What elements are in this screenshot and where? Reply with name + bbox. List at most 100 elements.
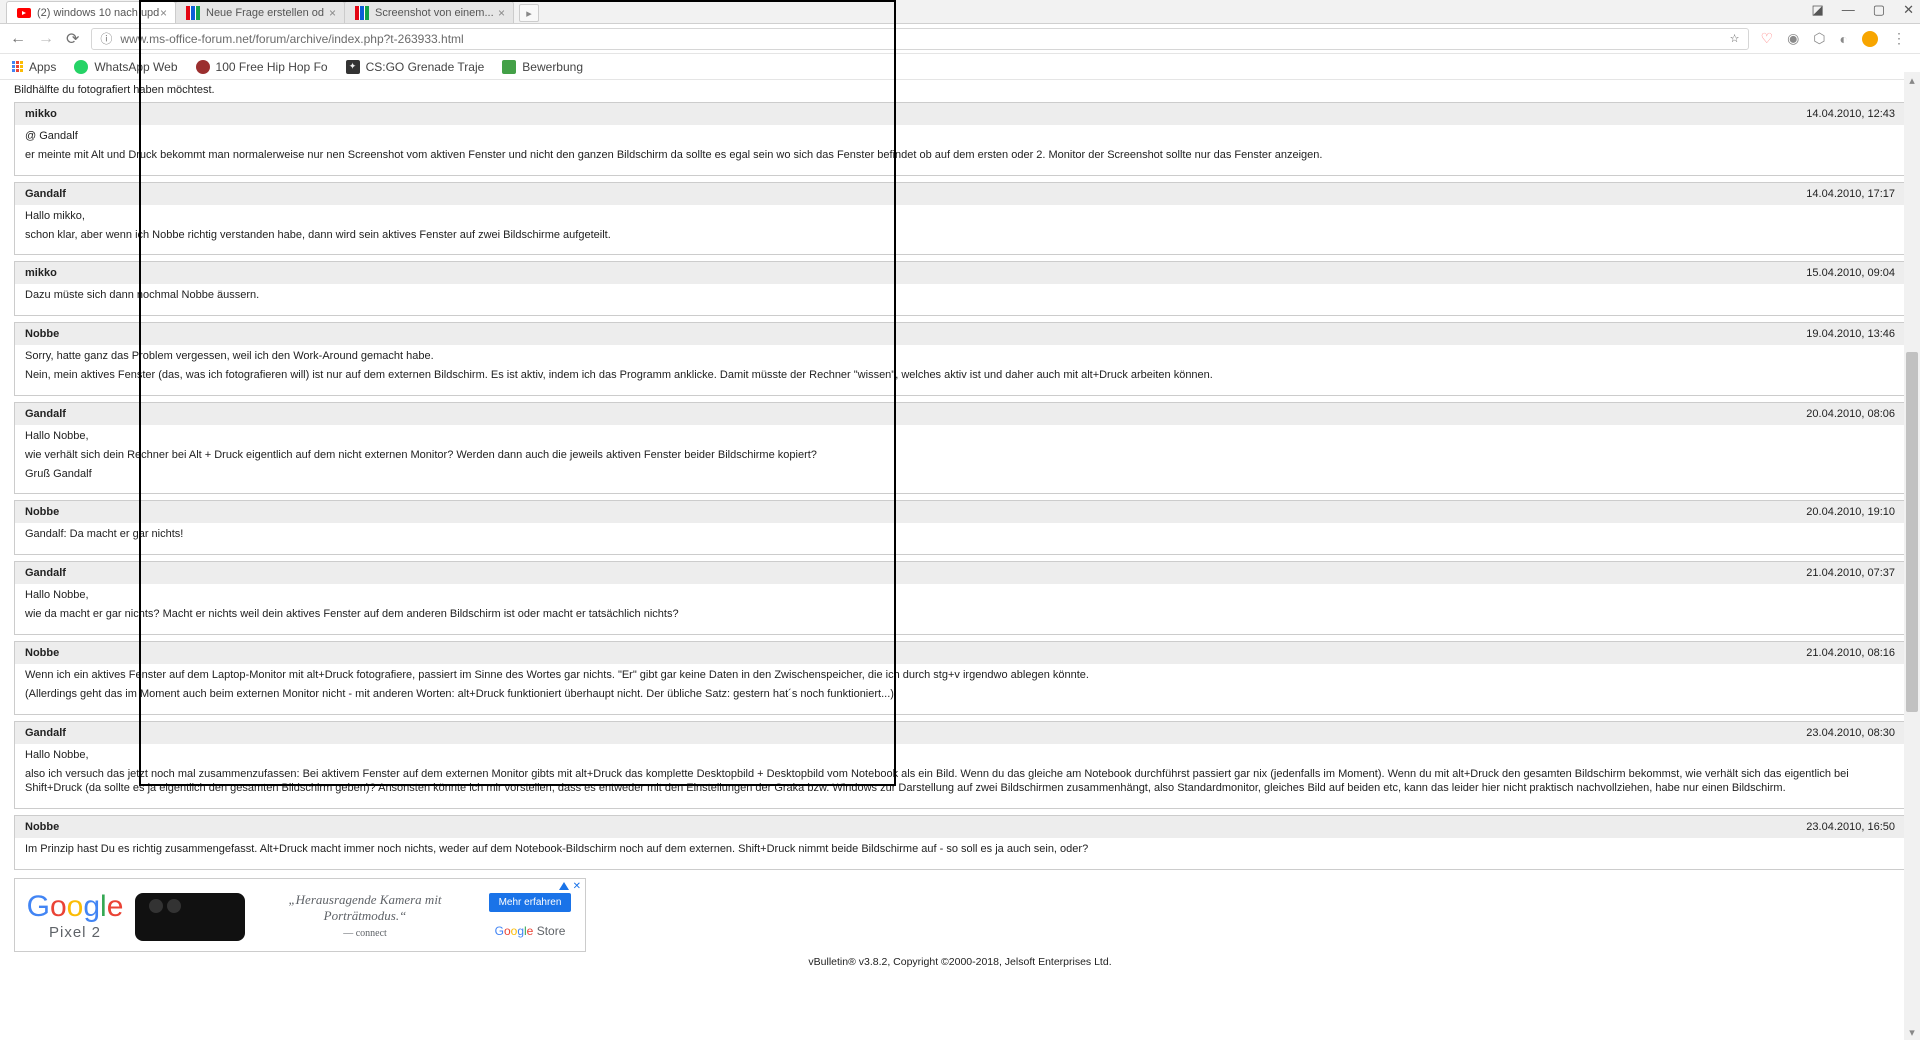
post-body: Sorry, hatte ganz das Problem vergessen,… bbox=[15, 345, 1905, 395]
post-header: Gandalf21.04.2010, 07:37 bbox=[15, 562, 1905, 584]
post-body: @ Gandalfer meinte mit Alt und Druck bek… bbox=[15, 125, 1905, 175]
post-body: Hallo Nobbe,wie da macht er gar nichts? … bbox=[15, 584, 1905, 634]
ad-close-icon[interactable]: ✕ bbox=[573, 881, 581, 892]
extension-icon[interactable]: ◪ bbox=[1812, 2, 1824, 18]
bookmark-csgo[interactable]: ✦CS:GO Grenade Traje bbox=[346, 60, 485, 74]
back-button[interactable]: ← bbox=[10, 30, 26, 48]
extension-circle-icon[interactable]: ◉ bbox=[1787, 30, 1799, 47]
apps-icon bbox=[12, 61, 23, 72]
post-body: Dazu müste sich dann nochmal Nobbe äusse… bbox=[15, 284, 1905, 315]
post-timestamp: 14.04.2010, 12:43 bbox=[1806, 108, 1895, 120]
ad-store: Google Store bbox=[475, 924, 585, 938]
whatsapp-icon bbox=[74, 60, 88, 74]
bookmark-star-icon[interactable]: ☆ bbox=[1730, 32, 1740, 45]
post-line: (Allerdings geht das im Moment auch beim… bbox=[25, 687, 1895, 702]
site-info-icon[interactable]: ⓘ bbox=[100, 30, 112, 47]
ad-quote: „Herausragende Kamera mit Porträtmodus.“ bbox=[255, 892, 475, 924]
scroll-up-icon[interactable]: ▴ bbox=[1904, 72, 1920, 88]
post-author: Nobbe bbox=[25, 821, 59, 833]
bookmark-hiphop[interactable]: 100 Free Hip Hop Fo bbox=[196, 60, 328, 74]
post-line: Nein, mein aktives Fenster (das, was ich… bbox=[25, 368, 1895, 383]
post-author: Nobbe bbox=[25, 506, 59, 518]
bookmark-label: Bewerbung bbox=[522, 60, 583, 74]
forum-post: Gandalf20.04.2010, 08:06 Hallo Nobbe, wie … bbox=[14, 402, 1906, 495]
post-timestamp: 20.04.2010, 19:10 bbox=[1806, 506, 1895, 518]
bookmark-whatsapp[interactable]: WhatsApp Web bbox=[74, 60, 177, 74]
post-header: mikko 15.04.2010, 09:04 bbox=[15, 262, 1905, 284]
scrollbar[interactable]: ▴ ▾ bbox=[1904, 72, 1920, 1040]
post-body: Hallo Nobbe,also ich versuch das jetzt n… bbox=[15, 744, 1905, 809]
post-line: Im Prinzip hast Du es richtig zusammenge… bbox=[25, 842, 1895, 857]
tab-title: Neue Frage erstellen od bbox=[206, 7, 324, 19]
post-header: Nobbe 23.04.2010, 16:50 bbox=[15, 816, 1905, 838]
browser-tab-1[interactable]: Neue Frage erstellen od × bbox=[175, 1, 345, 23]
heart-icon[interactable]: ♡ bbox=[1761, 30, 1774, 47]
minimize-button[interactable]: — bbox=[1842, 2, 1855, 18]
post-timestamp: 23.04.2010, 16:50 bbox=[1806, 821, 1895, 833]
ad-brand: Google Pixel 2 bbox=[15, 890, 135, 941]
apps-button[interactable]: Apps bbox=[12, 60, 56, 74]
bookmark-bewerbung[interactable]: Bewerbung bbox=[502, 60, 583, 74]
menu-icon[interactable]: ⋮ bbox=[1892, 30, 1906, 47]
post-header: Gandalf14.04.2010, 17:17 bbox=[15, 183, 1905, 205]
post-timestamp: 19.04.2010, 13:46 bbox=[1806, 328, 1895, 340]
post-author: Nobbe bbox=[25, 647, 59, 659]
post-line: Wenn ich ein aktives Fenster auf dem Lap… bbox=[25, 668, 1895, 683]
post-header: Gandalf23.04.2010, 08:30 bbox=[15, 722, 1905, 744]
scroll-thumb[interactable] bbox=[1906, 352, 1918, 712]
post-body: Im Prinzip hast Du es richtig zusammenge… bbox=[15, 838, 1905, 869]
extension-shield-icon[interactable]: ⬡ bbox=[1813, 30, 1825, 47]
post-body: Hallo mikko,schon klar, aber wenn ich No… bbox=[15, 205, 1905, 255]
page-footer: vBulletin® v3.8.2, Copyright ©2000-2018,… bbox=[14, 956, 1906, 968]
close-icon[interactable]: × bbox=[498, 6, 505, 20]
post-author: Nobbe bbox=[25, 328, 59, 340]
post-timestamp: 14.04.2010, 17:17 bbox=[1806, 188, 1895, 200]
post-header: Gandalf20.04.2010, 08:06 bbox=[15, 403, 1905, 425]
url-text: www.ms-office-forum.net/forum/archive/in… bbox=[120, 32, 463, 46]
post-line: Hallo Nobbe, bbox=[25, 429, 1895, 444]
address-row: ← → ⟳ ⓘ www.ms-office-forum.net/forum/ar… bbox=[0, 24, 1920, 54]
adchoices-icon[interactable] bbox=[559, 882, 569, 890]
post-timestamp: 23.04.2010, 08:30 bbox=[1806, 727, 1895, 739]
tab-title: Screenshot von einem... bbox=[375, 7, 494, 19]
post-author: Gandalf bbox=[25, 408, 66, 420]
advertisement[interactable]: ✕ Google Pixel 2 „Herausragende Kamera m… bbox=[14, 878, 586, 952]
post-header: Nobbe 19.04.2010, 13:46 bbox=[15, 323, 1905, 345]
browser-chrome: (2) windows 10 nach upd × Neue Frage ers… bbox=[0, 0, 1920, 80]
post-line: Hallo Nobbe, bbox=[25, 588, 1895, 603]
bookmark-label: CS:GO Grenade Traje bbox=[366, 60, 485, 74]
tab-title: (2) windows 10 nach upd bbox=[37, 7, 159, 19]
address-bar[interactable]: ⓘ www.ms-office-forum.net/forum/archive/… bbox=[91, 28, 1748, 50]
post-line: wie verhält sich dein Rechner bei Alt + … bbox=[25, 448, 1895, 463]
page-content: Bildhälfte du fotografiert haben möchtes… bbox=[0, 80, 1920, 988]
forum-post: Gandalf14.04.2010, 17:17Hallo mikko,scho… bbox=[14, 182, 1906, 256]
profile-avatar[interactable] bbox=[1862, 31, 1878, 47]
new-tab-button[interactable]: ▸ bbox=[519, 4, 539, 22]
close-icon[interactable]: × bbox=[329, 6, 336, 20]
gutefrage-icon bbox=[355, 6, 369, 20]
forum-post: mikko 15.04.2010, 09:04 Dazu müste sich da… bbox=[14, 261, 1906, 316]
forum-post: Nobbe21.04.2010, 08:16 Wenn ich ein aktiv… bbox=[14, 641, 1906, 715]
ad-cta-button[interactable]: Mehr erfahren bbox=[489, 893, 572, 912]
close-window-button[interactable]: ✕ bbox=[1903, 2, 1914, 18]
post-header: Nobbe21.04.2010, 08:16 bbox=[15, 642, 1905, 664]
browser-tab-2[interactable]: Screenshot von einem... × bbox=[344, 1, 514, 23]
post-timestamp: 15.04.2010, 09:04 bbox=[1806, 267, 1895, 279]
post-author: mikko bbox=[25, 267, 57, 279]
forum-post: Nobbe20.04.2010, 19:10Gandalf: Da macht … bbox=[14, 500, 1906, 555]
bookmarks-bar: Apps WhatsApp Web 100 Free Hip Hop Fo ✦C… bbox=[0, 54, 1920, 80]
scroll-down-icon[interactable]: ▾ bbox=[1904, 1024, 1920, 1040]
browser-tab-0[interactable]: (2) windows 10 nach upd × bbox=[6, 1, 176, 23]
post-line: schon klar, aber wenn ich Nobbe richtig … bbox=[25, 228, 1895, 243]
maximize-button[interactable]: ▢ bbox=[1873, 2, 1885, 18]
post-author: mikko bbox=[25, 108, 57, 120]
extension-globe-icon[interactable]: ◐ bbox=[1840, 31, 1848, 47]
leaf-icon bbox=[502, 60, 516, 74]
ad-product: Pixel 2 bbox=[15, 924, 135, 941]
forum-post: Nobbe 23.04.2010, 16:50 Im Prinzip hast Du… bbox=[14, 815, 1906, 870]
close-icon[interactable]: × bbox=[160, 6, 167, 20]
bookmark-label: 100 Free Hip Hop Fo bbox=[216, 60, 328, 74]
post-header: Nobbe 20.04.2010, 19:10 bbox=[15, 501, 1905, 523]
reload-button[interactable]: ⟳ bbox=[66, 29, 79, 49]
tab-bar: (2) windows 10 nach upd × Neue Frage ers… bbox=[0, 0, 1920, 24]
